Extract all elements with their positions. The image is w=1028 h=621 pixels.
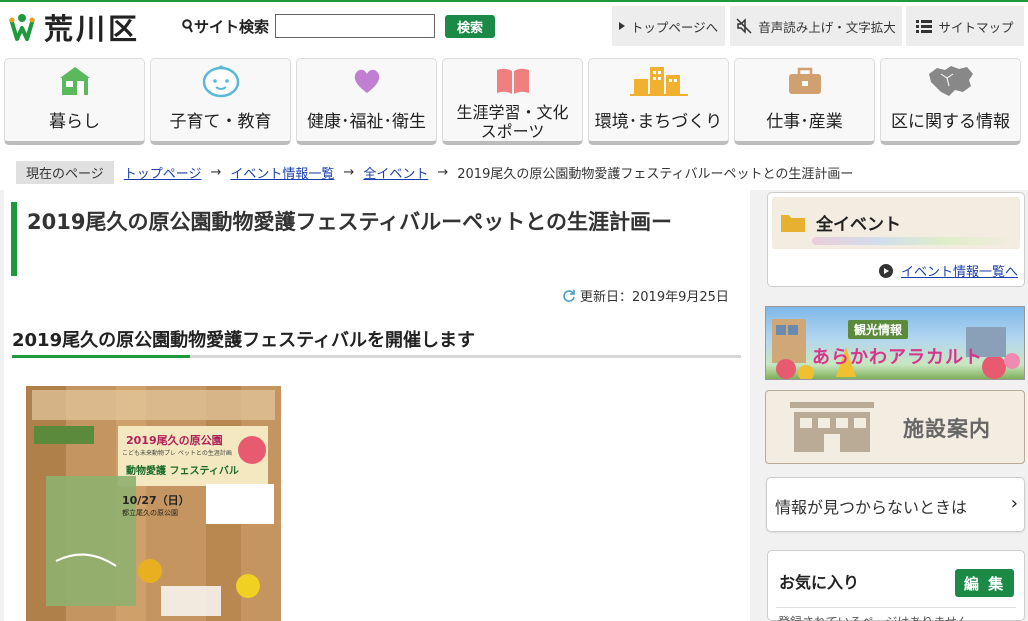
voice-readout-link-label: 音声読み上げ・文字拡大 [758,19,896,35]
top-page-link-label: トップページへ [630,19,719,35]
nav-work-label: 仕事･産業 [766,111,843,132]
breadcrumb-here-label: 現在のページ [16,160,114,184]
page-title: 2019尾久の原公園動物愛護フェスティバルーペットとの生涯計画ー [11,202,739,276]
triangle-right-icon [618,22,625,30]
event-list-link[interactable]: イベント情報一覧へ [878,261,1018,280]
banner-tag: 観光情報 [848,320,909,339]
refresh-icon [563,289,575,302]
event-poster-image[interactable]: 2019尾久の原公園 こども未来動物プレ ペットとの生涯計画 動物愛護 フェステ… [26,386,281,621]
nav-lifelong-learning[interactable]: 生涯学習・文化 スポーツ [442,58,583,145]
buildings-icon [589,59,728,103]
briefcase-icon [735,59,874,103]
favorites-empty-text: 登録されているページはありません [778,613,969,621]
category-header: 全イベント [772,197,1020,249]
not-found-help-link[interactable]: 情報が見つからないときは › [766,477,1025,532]
site-logo[interactable]: 荒川区 [8,10,140,46]
folder-icon [781,215,805,232]
nav-health-label: 健康･福祉･衛生 [307,111,426,132]
favorites-box: お気に入り 編 集 登録されているページはありません [767,550,1025,621]
nav-environment[interactable]: 環境･まちづくり [588,58,729,145]
sitemap-link[interactable]: サイトマップ [906,6,1024,46]
breadcrumb: 現在のページ トップページ → イベント情報一覧 → 全イベント → 2019尾… [16,160,854,184]
arrow-right-icon: → [437,164,449,180]
arrow-right-icon: → [343,164,355,180]
breadcrumb-link-top[interactable]: トップページ [124,163,202,182]
search-button[interactable]: 検索 [445,14,496,38]
arrow-right-icon: → [210,164,222,180]
logo-text: 荒川区 [44,12,141,46]
baby-face-icon [151,59,290,103]
nav-ward-info-label: 区に関する情報 [891,111,1010,132]
top-accent-line [0,0,1028,2]
event-list-link-label[interactable]: イベント情報一覧へ [901,261,1018,280]
site-search: サイト検索 検索 [182,14,496,38]
nav-lifelong-learning-label: 生涯学習・文化 スポーツ [456,103,568,141]
section-heading: 2019尾久の原公園動物愛護フェスティバルを開催します [12,326,741,358]
poster-title: 2019尾久の原公園 [126,434,223,447]
favorites-title: お気に入り [779,573,860,592]
nav-environment-label: 環境･まちづくり [594,111,723,132]
facility-guide-label: 施設案内 [903,417,991,441]
list-icon [916,20,933,33]
section-heading-accent [12,355,190,358]
open-book-icon [443,59,582,103]
chevron-right-icon: › [1010,493,1018,514]
nav-lifelong-learning-line2: スポーツ [480,122,545,141]
top-page-link[interactable]: トップページへ [612,6,725,46]
voice-readout-link[interactable]: 音声読み上げ・文字拡大 [730,6,902,46]
updated-date: 更新日：2019年9月25日 [562,286,729,305]
building-icon [790,402,874,452]
sitemap-link-label: サイトマップ [938,19,1014,35]
breadcrumb-link-all-events[interactable]: 全イベント [363,163,428,182]
banner-title: あらかわアラカルト [812,347,983,368]
favorites-edit-button[interactable]: 編 集 [955,569,1014,597]
breadcrumb-link-events[interactable]: イベント情報一覧 [230,163,334,182]
search-input[interactable] [275,14,436,38]
poster-place: 都立尾久の原公園 [122,509,178,517]
nav-living-label: 暮らし [49,111,100,132]
house-icon [5,59,144,103]
updated-date-text: 更新日：2019年9月25日 [580,290,729,305]
arakawa-logo-mark-icon [8,12,36,42]
category-title: 全イベント [816,215,901,235]
poster-subtitle: こども未来動物プレ ペットとの生涯計画 [122,450,232,457]
favorites-divider [776,607,1016,608]
breadcrumb-current: 2019尾久の原公園動物愛護フェスティバルーペットとの生涯計画ー [457,166,854,182]
poster-date: 10/27（日） [122,494,190,507]
circle-arrow-icon [878,263,893,278]
speaker-icon [736,18,752,34]
nav-lifelong-learning-line1: 生涯学習・文化 [456,103,569,122]
category-decoration [812,237,1012,245]
nav-work[interactable]: 仕事･産業 [734,58,875,145]
nav-childcare-label: 子育て・教育 [169,111,272,132]
nav-childcare[interactable]: 子育て・教育 [150,58,291,145]
poster-festival: 動物愛護 フェスティバル [126,466,239,477]
search-icon [182,19,193,33]
nav-ward-info[interactable]: 区に関する情報 [880,58,1021,145]
not-found-label: 情報が見つからないときは [775,498,968,517]
tourism-banner[interactable]: 観光情報 あらかわアラカルト [765,306,1025,380]
category-box: 全イベント イベント情報一覧へ [767,192,1025,287]
facility-guide-link[interactable]: 施設案内 [765,390,1025,464]
search-label-text: サイト検索 [194,17,270,36]
nav-health[interactable]: 健康･福祉･衛生 [296,58,437,145]
nav-living[interactable]: 暮らし [4,58,145,145]
heart-icon [297,59,436,103]
search-label: サイト検索 [182,16,269,37]
ward-map-icon [881,59,1020,103]
